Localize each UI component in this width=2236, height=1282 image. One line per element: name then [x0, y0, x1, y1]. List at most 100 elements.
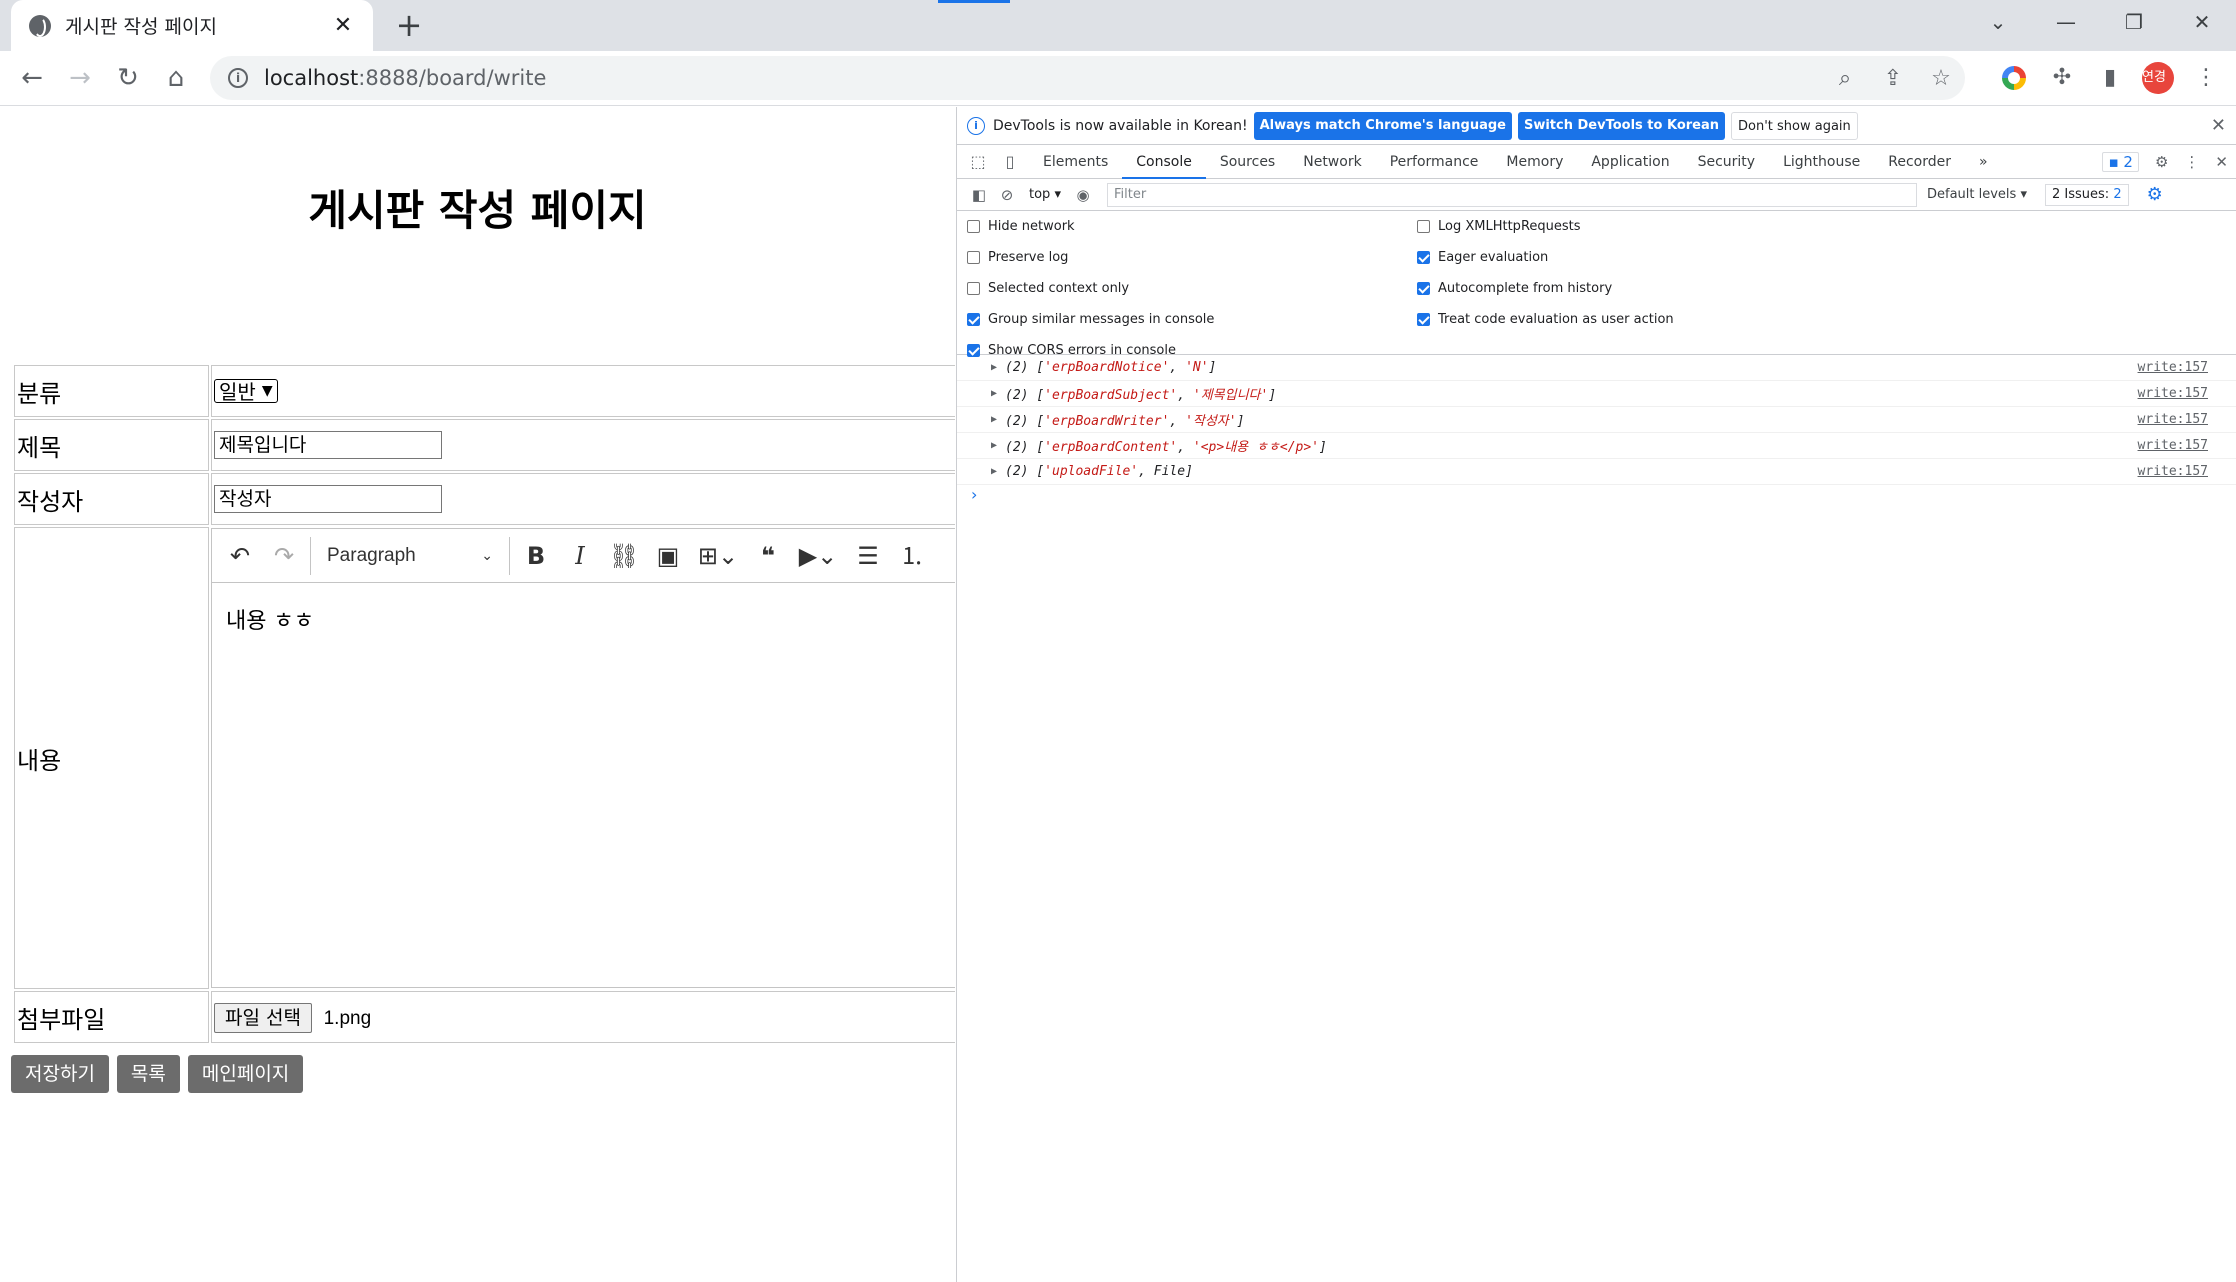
main-page-button[interactable]: 메인페이지 — [187, 1055, 304, 1093]
site-info-icon[interactable]: i — [228, 68, 248, 88]
sidebar-toggle-icon[interactable]: ◧ — [965, 186, 993, 204]
console-log-row[interactable]: ▶ (2) ['uploadFile', File] write:157 — [957, 459, 2236, 485]
setting-checkbox[interactable] — [967, 251, 980, 264]
share-icon[interactable]: ⇪ — [1869, 66, 1917, 91]
setting-checkbox[interactable] — [967, 282, 980, 295]
media-embed-icon[interactable]: ▶⌄ — [790, 536, 846, 576]
setting-option[interactable]: Preserve log — [967, 250, 1068, 265]
tab-memory[interactable]: Memory — [1492, 145, 1577, 179]
url-text[interactable]: localhost:8888/board/write — [264, 66, 546, 90]
tab-network[interactable]: Network — [1289, 145, 1375, 179]
subject-input[interactable]: 제목입니다 — [214, 431, 442, 459]
setting-checkbox[interactable] — [967, 313, 980, 326]
bulleted-list-icon[interactable]: ☰ — [846, 536, 890, 576]
console-log-row[interactable]: ▶ (2) ['erpBoardWriter', '작성자'] write:157 — [957, 407, 2236, 433]
expand-triangle-icon[interactable]: ▶ — [991, 440, 997, 451]
expand-triangle-icon[interactable]: ▶ — [991, 414, 997, 425]
switch-korean-button[interactable]: Switch DevTools to Korean — [1517, 111, 1726, 140]
close-window-button[interactable]: ✕ — [2168, 0, 2236, 44]
chrome-menu-icon[interactable]: ⋮ — [2182, 60, 2230, 96]
setting-checkbox[interactable] — [1417, 282, 1430, 295]
tab-application[interactable]: Application — [1577, 145, 1683, 179]
italic-icon[interactable]: I — [558, 536, 602, 576]
undo-icon[interactable]: ↶ — [218, 536, 262, 576]
writer-input[interactable]: 작성자 — [214, 485, 442, 513]
log-levels-dropdown[interactable]: Default levels ▾ — [1927, 187, 2027, 202]
save-button[interactable]: 저장하기 — [11, 1055, 109, 1093]
log-source-link[interactable]: write:157 — [2138, 360, 2208, 375]
browser-tab[interactable]: 게시판 작성 페이지 ✕ — [11, 0, 373, 51]
console-log-row[interactable]: ▶ (2) ['erpBoardNotice', 'N'] write:157 — [957, 355, 2236, 381]
filter-input[interactable]: Filter — [1106, 182, 1917, 207]
profile-avatar[interactable]: 연경 — [2142, 62, 2174, 94]
image-icon[interactable]: ▣ — [646, 536, 690, 576]
blockquote-icon[interactable]: ❝ — [746, 536, 790, 576]
tab-search-icon[interactable]: ⌄ — [1964, 0, 2032, 44]
console-log-row[interactable]: ▶ (2) ['erpBoardContent', '<p>내용 ㅎㅎ</p>']… — [957, 433, 2236, 459]
close-tab-icon[interactable]: ✕ — [331, 13, 355, 38]
setting-option[interactable]: Log XMLHttpRequests — [1417, 219, 1581, 234]
inspect-element-icon[interactable]: ⬚ — [965, 152, 991, 171]
log-source-link[interactable]: write:157 — [2138, 438, 2208, 453]
numbered-list-icon[interactable]: ⒈ — [890, 536, 934, 576]
console-log-row[interactable]: ▶ (2) ['erpBoardSubject', '제목입니다'] write:1… — [957, 381, 2236, 407]
kebab-menu-icon[interactable]: ⋮ — [2184, 153, 2199, 171]
log-source-link[interactable]: write:157 — [2138, 386, 2208, 401]
more-tabs-icon[interactable]: » — [1965, 145, 2002, 179]
close-infobar-icon[interactable]: ✕ — [2211, 115, 2226, 136]
extensions-puzzle-icon[interactable]: ✣ — [2038, 60, 2086, 96]
tab-lighthouse[interactable]: Lighthouse — [1769, 145, 1874, 179]
dont-show-again-button[interactable]: Don't show again — [1731, 111, 1858, 140]
setting-option[interactable]: Treat code evaluation as user action — [1417, 312, 1674, 327]
forward-icon[interactable]: → — [62, 60, 98, 96]
tab-elements[interactable]: Elements — [1029, 145, 1122, 179]
redo-icon[interactable]: ↷ — [262, 536, 306, 576]
expand-triangle-icon[interactable]: ▶ — [991, 362, 997, 373]
console-settings-icon[interactable]: ⚙ — [2147, 184, 2163, 205]
back-icon[interactable]: ← — [14, 60, 50, 96]
context-select[interactable]: top ▾ — [1029, 187, 1061, 202]
tab-performance[interactable]: Performance — [1376, 145, 1493, 179]
editor-content[interactable]: 내용 ㅎㅎ — [212, 583, 955, 655]
device-toolbar-icon[interactable]: ▯ — [997, 152, 1023, 171]
tab-console[interactable]: Console — [1122, 145, 1206, 179]
console-prompt[interactable]: › — [957, 485, 2236, 507]
new-tab-button[interactable]: + — [392, 8, 426, 42]
setting-checkbox[interactable] — [1417, 251, 1430, 264]
home-icon[interactable]: ⌂ — [158, 60, 194, 96]
clear-console-icon[interactable]: ⊘ — [993, 186, 1021, 204]
tab-security[interactable]: Security — [1684, 145, 1770, 179]
tab-sources[interactable]: Sources — [1206, 145, 1289, 179]
table-icon[interactable]: ⊞⌄ — [690, 536, 746, 576]
settings-gear-icon[interactable]: ⚙ — [2155, 153, 2168, 171]
setting-checkbox[interactable] — [1417, 220, 1430, 233]
side-panel-icon[interactable]: ▮ — [2086, 60, 2134, 96]
bold-icon[interactable]: B — [514, 536, 558, 576]
live-expression-eye-icon[interactable]: ◉ — [1069, 186, 1097, 204]
choose-file-button[interactable]: 파일 선택 — [214, 1002, 312, 1033]
list-button[interactable]: 목록 — [116, 1055, 180, 1093]
setting-checkbox[interactable] — [967, 220, 980, 233]
setting-option[interactable]: Eager evaluation — [1417, 250, 1548, 265]
setting-option[interactable]: Hide network — [967, 219, 1075, 234]
reload-icon[interactable]: ↻ — [110, 60, 146, 96]
setting-option[interactable]: Selected context only — [967, 281, 1129, 296]
tab-recorder[interactable]: Recorder — [1874, 145, 1965, 179]
heading-dropdown[interactable]: Paragraph ⌄ — [315, 536, 505, 576]
address-bar[interactable]: i localhost:8888/board/write ⌕ ⇪ ☆ — [210, 56, 1965, 100]
messages-badge[interactable]: ▪ 2 — [2102, 151, 2139, 172]
restore-button[interactable]: ❐ — [2100, 0, 2168, 44]
log-source-link[interactable]: write:157 — [2138, 412, 2208, 427]
setting-option[interactable]: Group similar messages in console — [967, 312, 1214, 327]
expand-triangle-icon[interactable]: ▶ — [991, 466, 997, 477]
expand-triangle-icon[interactable]: ▶ — [991, 388, 997, 399]
zoom-icon[interactable]: ⌕ — [1821, 66, 1869, 91]
color-extension-icon[interactable] — [2002, 66, 2026, 90]
issues-button[interactable]: 2 Issues: 2 — [2044, 183, 2129, 206]
setting-option[interactable]: Autocomplete from history — [1417, 281, 1612, 296]
category-select[interactable]: 일반 ▼ — [214, 378, 278, 404]
close-devtools-icon[interactable]: ✕ — [2215, 153, 2228, 171]
link-icon[interactable]: ⛓ — [602, 536, 646, 576]
bookmark-star-icon[interactable]: ☆ — [1917, 66, 1965, 91]
match-language-button[interactable]: Always match Chrome's language — [1253, 111, 1512, 140]
